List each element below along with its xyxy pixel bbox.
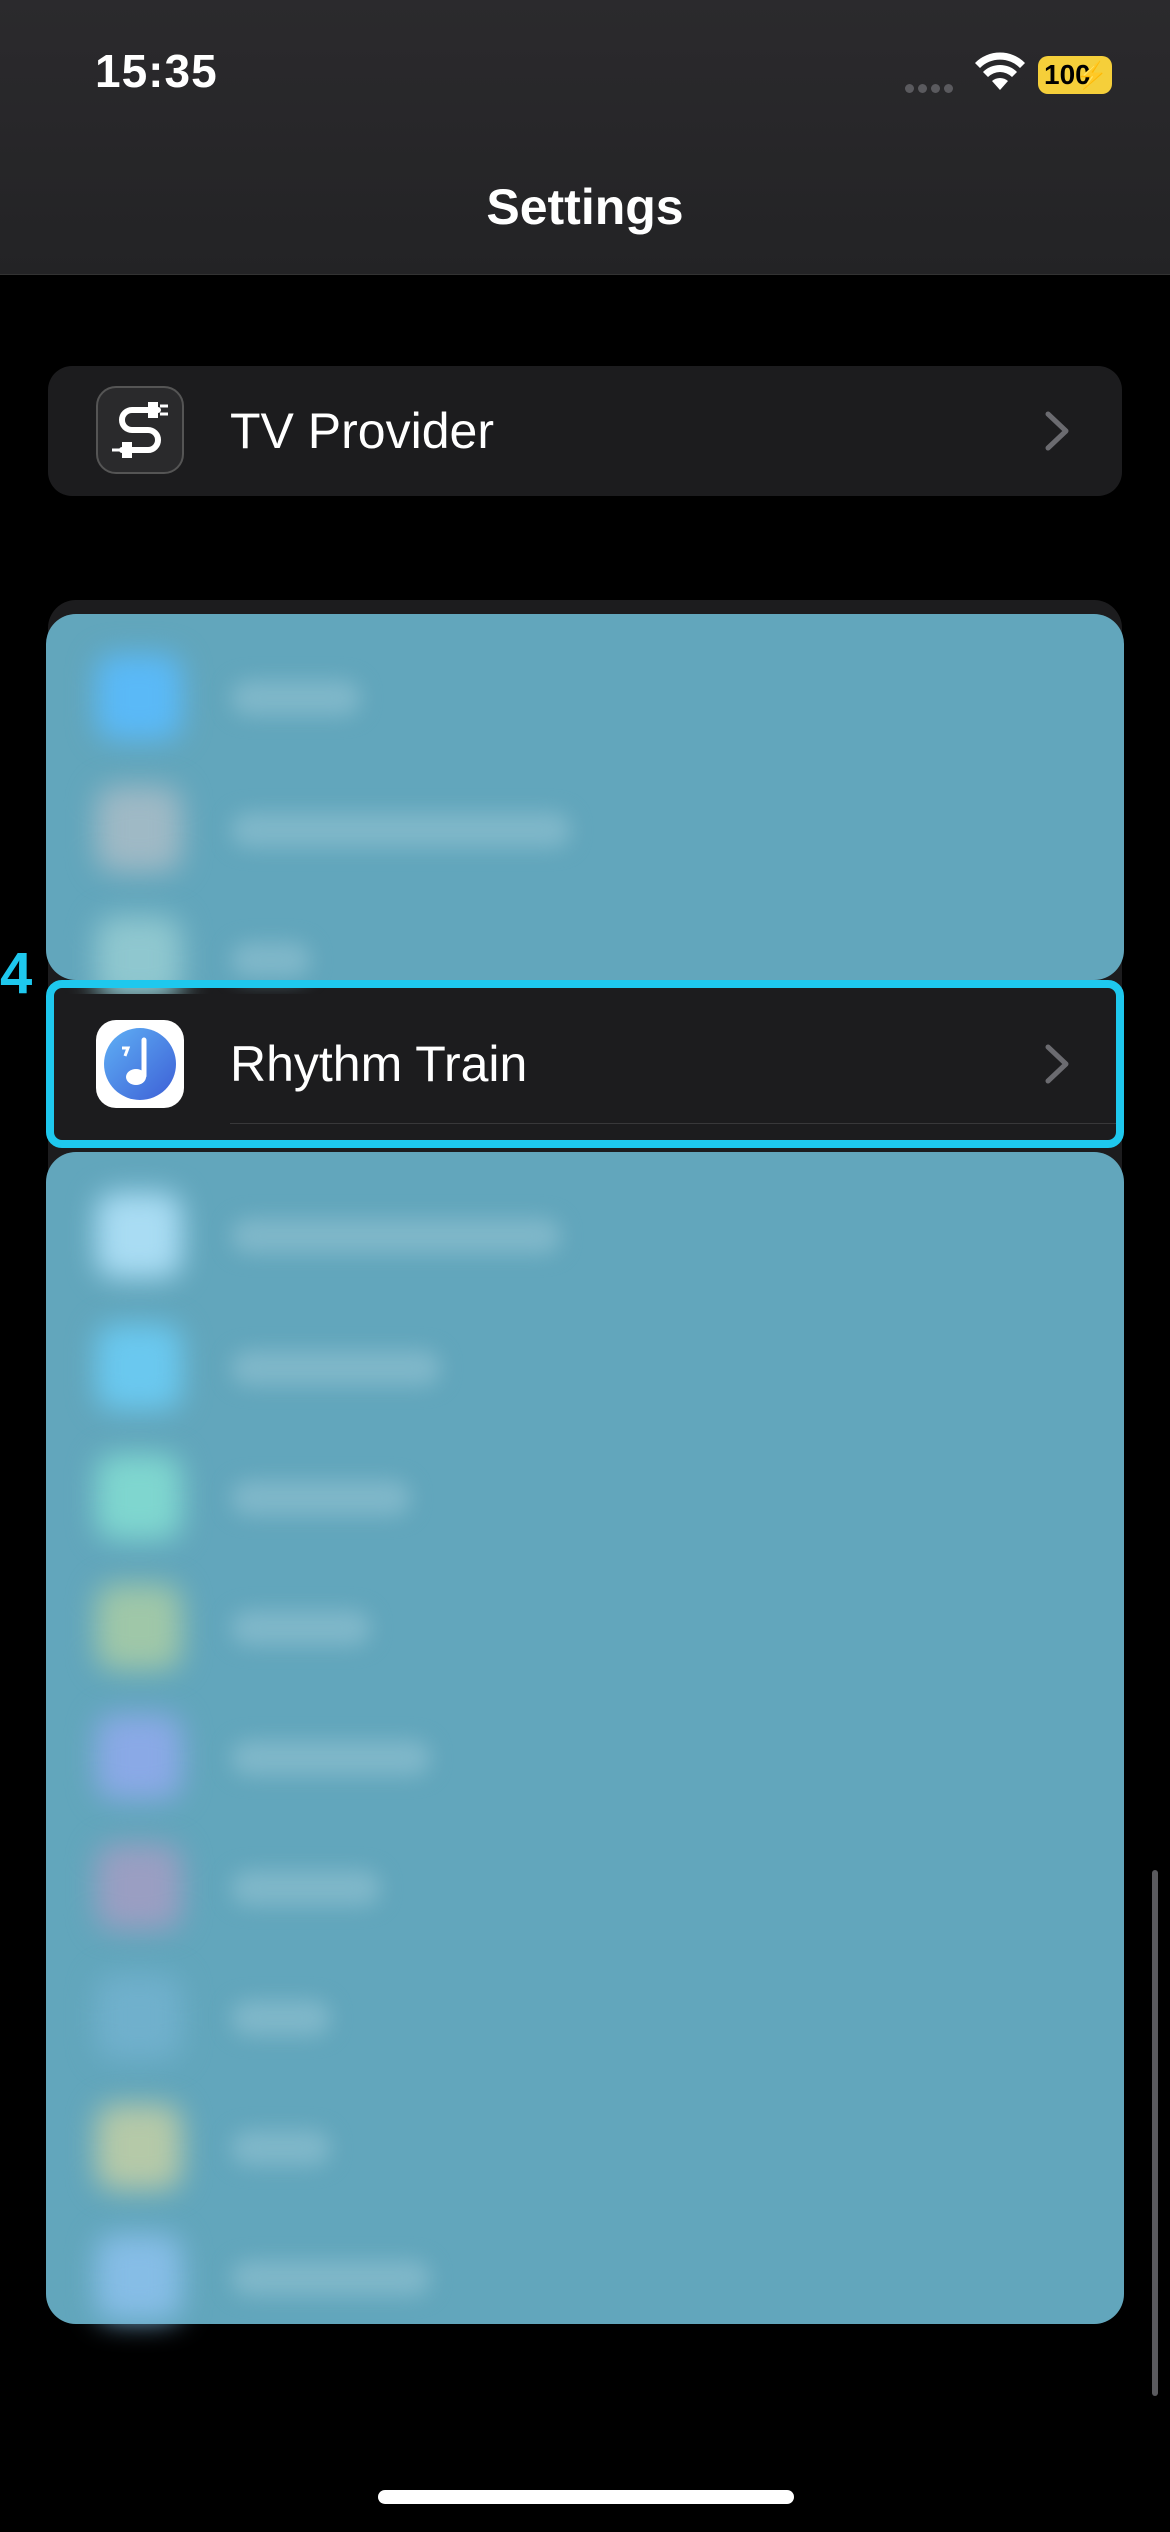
blurred-label [231,1870,381,1906]
status-time: 15:35 [95,45,218,97]
blurred-label [231,1218,561,1254]
charging-bolt-icon: ⚡ [1075,60,1108,90]
blurred-app-icon [96,2234,182,2320]
blurred-app-icon [96,2104,182,2190]
status-bar: 15:35 100 ⚡ [0,0,1170,140]
blurred-label [231,1610,371,1646]
blurred-app-icon [96,786,182,872]
tv-provider-row[interactable]: TV Provider [48,366,1122,496]
highlight-frame [46,980,1124,1148]
wifi-icon [975,52,1025,90]
blurred-app-icon [96,1974,182,2060]
step-marker: 4 [0,941,33,1006]
home-indicator[interactable] [378,2490,794,2504]
tv-provider-group: TV Provider [48,366,1122,496]
cable-connector-icon [96,386,184,474]
blurred-app-icon [96,1324,182,1410]
blurred-label [231,1740,431,1776]
blurred-label [231,680,361,716]
blurred-label [231,942,311,978]
tv-provider-label: TV Provider [230,403,494,459]
blurred-app-icon [96,654,182,740]
blurred-app-icon [96,1714,182,1800]
blurred-app-icon [96,1844,182,1930]
blurred-app-icon [96,1584,182,1670]
blurred-label [231,2000,331,2036]
dimmed-overlay-top [46,614,1124,1002]
blurred-app-icon [96,1454,182,1540]
blurred-label [231,2260,431,2296]
blurred-label [231,1480,411,1516]
blurred-label [231,812,571,848]
blurred-app-icon [96,1192,182,1278]
page-title: Settings [486,179,684,235]
blurred-label [231,1350,441,1386]
cellular-signal-icon [905,80,957,93]
battery-icon: 100 ⚡ [1038,56,1112,94]
navigation-header: 15:35 100 ⚡ Settings [0,0,1170,275]
chevron-right-icon [1045,411,1069,451]
blurred-label [231,2130,331,2166]
dimmed-overlay-bottom [46,1152,1124,2324]
scrollbar[interactable] [1152,1870,1158,2396]
